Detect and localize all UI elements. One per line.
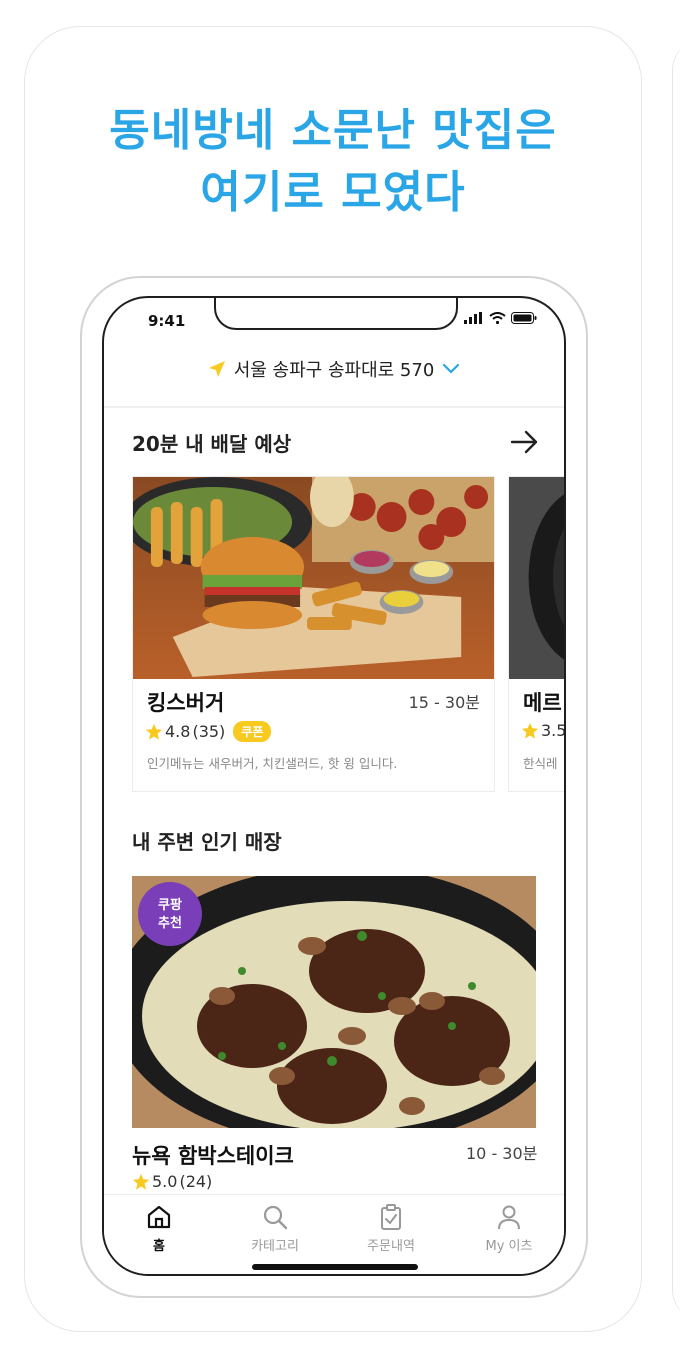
rating-value: 3.5 xyxy=(541,721,566,740)
delivery-time: 15 - 30분 xyxy=(408,693,480,712)
store-rating: 4.8 (35) 쿠폰 xyxy=(145,721,272,742)
tab-label: 카테고리 xyxy=(251,1239,299,1254)
rating-value: 5.0 xyxy=(152,1172,178,1191)
tab-orders[interactable]: 주문내역 xyxy=(336,1203,446,1254)
store-card-partial[interactable]: 메르 3.5 한식레 xyxy=(508,476,566,792)
popular-section-title: 내 주변 인기 매장 xyxy=(132,830,282,854)
skillet-food-image xyxy=(509,477,564,679)
status-time: 9:41 xyxy=(148,312,186,330)
rating-value: 4.8 xyxy=(165,722,191,741)
search-icon xyxy=(263,1205,288,1230)
status-icons xyxy=(464,312,537,324)
header-divider xyxy=(104,406,564,408)
star-icon xyxy=(132,1173,150,1190)
clipboard-check-icon xyxy=(381,1204,401,1230)
signal-icon xyxy=(464,312,482,324)
burger-food-image xyxy=(133,477,494,679)
chevron-down-icon xyxy=(443,363,460,374)
delivery-section-title: 20분 내 배달 예상 xyxy=(132,432,292,456)
next-card-edge xyxy=(672,40,680,1320)
tab-category[interactable]: 카테고리 xyxy=(220,1203,330,1254)
home-icon xyxy=(147,1205,171,1229)
location-selector[interactable]: 서울 송파구 송파대로 570 xyxy=(104,356,564,382)
store-name: 뉴욕 함박스테이크 xyxy=(132,1144,294,1168)
person-icon xyxy=(498,1205,520,1230)
store-description: 인기메뉴는 새우버거, 치킨샐러드, 핫 윙 입니다. xyxy=(147,756,398,771)
home-indicator xyxy=(252,1264,418,1270)
store-name: 킹스버거 xyxy=(147,691,225,715)
delivery-time: 10 - 30분 xyxy=(466,1144,538,1163)
battery-icon xyxy=(511,312,537,324)
store-rating: 5.0 (24) xyxy=(132,1172,212,1191)
star-icon xyxy=(145,723,163,740)
store-description: 한식레 xyxy=(523,756,558,771)
phone-screen: 9:41 서울 송파구 송파대로 570 20분 내 배달 예상 킹스버거 15… xyxy=(102,296,566,1276)
star-icon xyxy=(521,722,539,739)
marketing-headline: 동네방네 소문난 맛집은 여기로 모였다 xyxy=(0,100,666,224)
store-rating: 3.5 xyxy=(521,721,566,740)
tab-my-eats[interactable]: My 이츠 xyxy=(454,1203,564,1254)
phone-notch xyxy=(214,298,458,330)
coupang-recommend-badge: 쿠팡 추천 xyxy=(138,882,202,946)
tab-label: 홈 xyxy=(153,1239,165,1254)
arrow-right-icon[interactable] xyxy=(510,430,540,454)
headline-line-1: 동네방네 소문난 맛집은 xyxy=(109,105,557,156)
tab-label: 주문내역 xyxy=(367,1239,415,1254)
tab-label: My 이츠 xyxy=(485,1239,533,1254)
store-name: 메르 xyxy=(523,691,562,715)
coupon-badge: 쿠폰 xyxy=(233,721,272,742)
review-count: (24) xyxy=(179,1172,213,1191)
tab-home[interactable]: 홈 xyxy=(104,1203,214,1254)
wifi-icon xyxy=(489,312,506,324)
store-card-kingsburger[interactable]: 킹스버거 15 - 30분 4.8 (35) 쿠폰 인기메뉴는 새우버거, 치킨… xyxy=(132,476,495,792)
location-address: 서울 송파구 송파대로 570 xyxy=(233,360,435,381)
headline-line-2: 여기로 모였다 xyxy=(200,167,466,218)
review-count: (35) xyxy=(192,722,226,741)
location-arrow-icon xyxy=(208,361,225,377)
